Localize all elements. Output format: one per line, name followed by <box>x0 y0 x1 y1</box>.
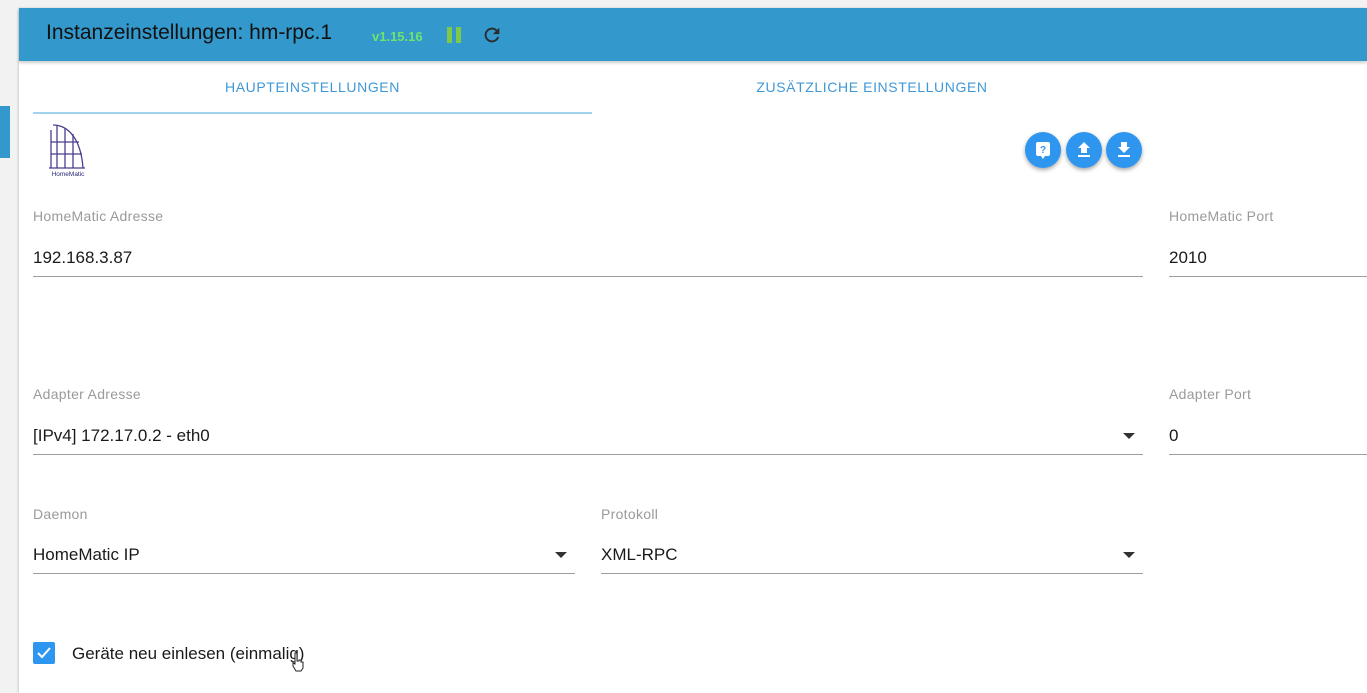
adapter-port-input[interactable]: 0 <box>1169 422 1367 455</box>
pause-icon[interactable] <box>447 27 461 43</box>
protocol-label: Protokoll <box>601 506 659 522</box>
homematic-address-input[interactable]: 192.168.3.87 <box>33 244 1143 277</box>
adapter-port-label: Adapter Port <box>1169 386 1252 402</box>
logo-text: HomeMatic <box>52 171 86 178</box>
help-button[interactable]: ? <box>1025 132 1061 168</box>
homematic-port-value: 2010 <box>1169 248 1207 267</box>
homematic-address-value: 192.168.3.87 <box>33 248 133 267</box>
chevron-down-icon <box>1123 433 1135 439</box>
homematic-port-label: HomeMatic Port <box>1169 208 1274 224</box>
svg-text:?: ? <box>1040 145 1046 156</box>
homematic-address-label: HomeMatic Adresse <box>33 208 164 224</box>
reread-devices-checkbox[interactable] <box>33 642 55 664</box>
tab-main-settings[interactable]: HAUPTEINSTELLUNGEN <box>33 61 592 113</box>
protocol-value: XML-RPC <box>601 545 678 564</box>
chevron-down-icon <box>555 552 567 558</box>
chevron-down-icon <box>1123 552 1135 558</box>
checkmark-icon <box>37 647 51 659</box>
version-badge: v1.15.16 <box>372 29 423 44</box>
active-tab-indicator <box>33 112 592 114</box>
dialog-header: Instanzeinstellungen: hm-rpc.1 v1.15.16 <box>19 8 1367 61</box>
adapter-address-select[interactable]: [IPv4] 172.17.0.2 - eth0 <box>33 422 1143 455</box>
adapter-port-value: 0 <box>1169 426 1179 445</box>
daemon-select[interactable]: HomeMatic IP <box>33 541 575 574</box>
protocol-select[interactable]: XML-RPC <box>601 541 1143 574</box>
upload-button[interactable] <box>1066 132 1102 168</box>
reread-devices-label: Geräte neu einlesen (einmalig) <box>72 644 305 663</box>
upload-icon <box>1078 142 1090 157</box>
download-button[interactable] <box>1106 132 1142 168</box>
hand-cursor-icon <box>292 652 304 672</box>
adapter-address-value: [IPv4] 172.17.0.2 - eth0 <box>33 426 210 445</box>
daemon-value: HomeMatic IP <box>33 545 140 564</box>
settings-tabs: HAUPTEINSTELLUNGEN ZUSÄTZLICHE EINSTELLU… <box>33 61 1153 115</box>
instance-settings-dialog: Instanzeinstellungen: hm-rpc.1 v1.15.16 … <box>19 8 1367 693</box>
dialog-title: Instanzeinstellungen: hm-rpc.1 <box>46 21 332 44</box>
daemon-label: Daemon <box>33 506 88 522</box>
homematic-logo: HomeMatic <box>47 122 89 178</box>
tab-additional-settings[interactable]: ZUSÄTZLICHE EINSTELLUNGEN <box>592 61 1152 113</box>
adapter-address-label: Adapter Adresse <box>33 386 142 402</box>
sidebar-tab-indicator <box>0 106 10 158</box>
download-icon <box>1118 142 1130 157</box>
refresh-icon[interactable] <box>481 24 503 46</box>
help-icon: ? <box>1036 142 1050 159</box>
homematic-port-input[interactable]: 2010 <box>1169 244 1367 277</box>
